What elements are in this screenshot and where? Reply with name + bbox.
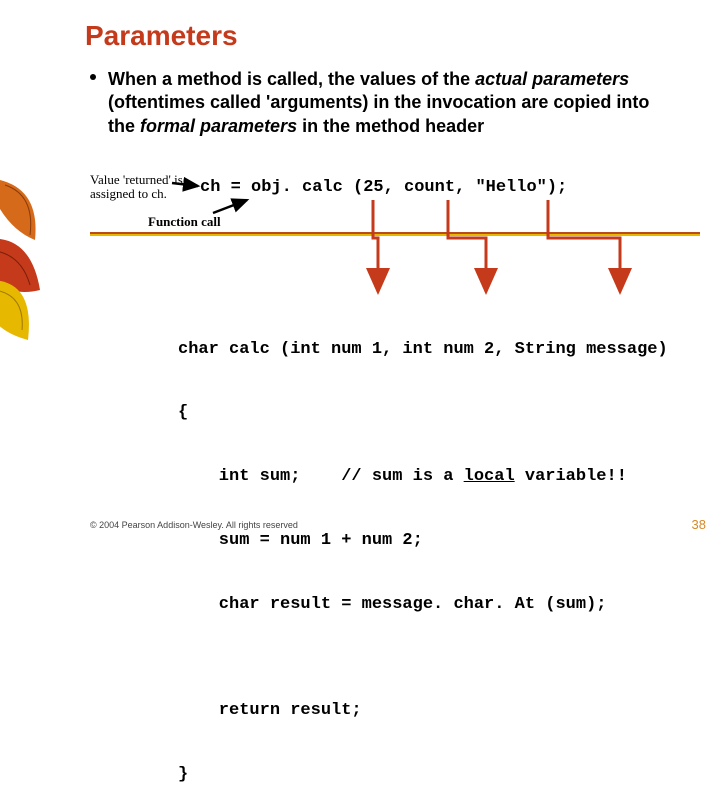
code-line-return: return result; xyxy=(178,700,668,721)
footer-page-number: 38 xyxy=(692,517,706,532)
bullet-paragraph: When a method is called, the values of t… xyxy=(108,68,678,138)
annotation-returned: Value 'returned' is assigned to ch. xyxy=(90,173,183,202)
underline-local: local xyxy=(464,467,515,486)
code-definition: char calc (int num 1, int num 2, String … xyxy=(178,296,668,806)
annotation-returned-line1: Value 'returned' is xyxy=(90,173,183,187)
slide-title: Parameters xyxy=(85,20,238,52)
footer-copyright: © 2004 Pearson Addison-Wesley. All right… xyxy=(90,520,298,530)
bullet-em-actual: actual parameters xyxy=(475,69,629,89)
leaf-decoration xyxy=(0,170,70,350)
bullet-text-post: in the method header xyxy=(297,116,484,136)
code-line-local: int sum; // sum is a local variable!! xyxy=(178,466,668,487)
bullet-text-pre: When a method is called, the values of t… xyxy=(108,69,475,89)
bullet-em-formal: formal parameters xyxy=(140,116,297,136)
code-line-sum: sum = num 1 + num 2; xyxy=(178,530,668,551)
code-line-signature: char calc (int num 1, int num 2, String … xyxy=(178,339,668,360)
code-line-result: char result = message. char. At (sum); xyxy=(178,594,668,615)
annotation-function-call: Function call xyxy=(148,214,221,230)
code-line-close-brace: } xyxy=(178,764,668,785)
bullet-dot xyxy=(90,74,96,80)
code-invocation: ch = obj. calc (25, count, "Hello"); xyxy=(200,178,567,197)
annotation-returned-line2: assigned to ch. xyxy=(90,187,183,201)
code-line-open-brace: { xyxy=(178,402,668,423)
divider-line xyxy=(90,232,700,236)
